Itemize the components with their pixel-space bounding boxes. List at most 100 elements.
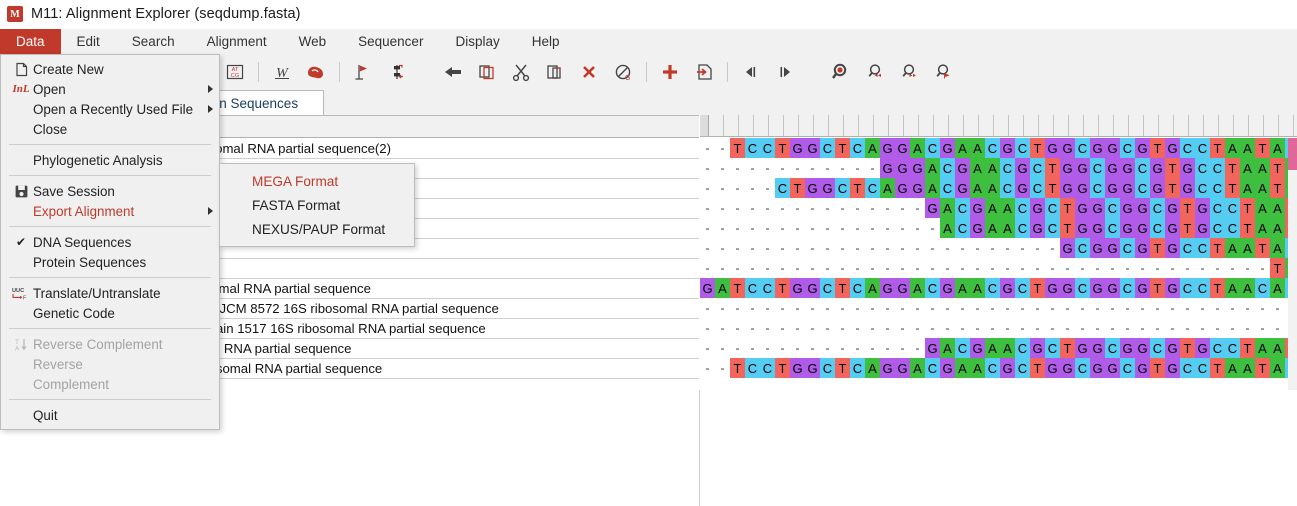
alignment-cell[interactable]: - [730,338,745,358]
undo-icon[interactable] [439,58,467,86]
alignment-cell[interactable]: A [955,278,970,298]
alignment-cell[interactable]: G [1015,158,1030,178]
data-menu-item-phylogenetic-analysis[interactable]: Phylogenetic Analysis [1,150,219,170]
alignment-cell[interactable]: - [1045,298,1060,318]
insert-icon[interactable] [656,58,684,86]
alignment-cell[interactable]: C [850,278,865,298]
alignment-cell[interactable]: - [730,158,745,178]
alignment-cell[interactable]: - [955,238,970,258]
alignment-cell[interactable]: - [700,338,715,358]
alignment-cell[interactable]: - [730,218,745,238]
alignment-cell[interactable]: - [715,178,730,198]
alignment-cell[interactable]: C [1210,158,1225,178]
alignment-cell[interactable]: G [1135,198,1150,218]
alignment-row[interactable]: ---------------GACGAACGCTGGCGGCGTGCCTAAT… [700,198,1297,218]
alignment-cell[interactable]: - [1045,318,1060,338]
alignment-cell[interactable]: - [730,238,745,258]
alignment-cell[interactable]: C [1120,238,1135,258]
menu-search[interactable]: Search [116,29,191,54]
alignment-cell[interactable]: - [1090,318,1105,338]
alignment-cell[interactable]: T [1150,278,1165,298]
alignment-cell[interactable]: - [1000,238,1015,258]
alignment-cell[interactable]: - [1015,298,1030,318]
alignment-cell[interactable]: G [805,178,820,198]
alignment-cell[interactable]: - [715,218,730,238]
data-menu-item-open-a-recently-used-file[interactable]: Open a Recently Used File [1,99,219,119]
alignment-cell[interactable]: - [790,258,805,278]
alignment-cell[interactable]: - [1135,318,1150,338]
alignment-cell[interactable]: G [1090,278,1105,298]
alignment-cell[interactable]: - [1045,258,1060,278]
step-right-icon[interactable] [771,58,799,86]
alignment-cell[interactable]: G [910,178,925,198]
alignment-cell[interactable]: T [1060,338,1075,358]
menu-alignment[interactable]: Alignment [191,29,283,54]
alignment-cell[interactable]: G [1120,178,1135,198]
alignment-cell[interactable]: A [865,278,880,298]
muscle-icon[interactable] [302,58,330,86]
alignment-cell[interactable]: - [700,258,715,278]
alignment-cell[interactable]: - [1180,298,1195,318]
alignment-cell[interactable]: - [925,318,940,338]
alignment-cell[interactable]: - [775,318,790,338]
alignment-cell[interactable]: - [790,198,805,218]
alignment-cell[interactable]: - [1240,258,1255,278]
step-left-icon[interactable] [737,58,765,86]
alignment-cell[interactable]: - [790,318,805,338]
menu-display[interactable]: Display [439,29,515,54]
find-next-icon[interactable] [895,58,923,86]
alignment-cell[interactable]: G [1090,198,1105,218]
alignment-cell[interactable]: - [880,258,895,278]
alignment-cell[interactable]: - [880,318,895,338]
alignment-rows[interactable]: --TCCTGGCTCAGGACGAACGCTGGCGGCGTGCCTAATAC… [700,138,1297,378]
alignment-cell[interactable]: - [760,198,775,218]
alignment-cell[interactable]: T [1165,158,1180,178]
alignment-cell[interactable]: - [1195,298,1210,318]
alignment-cell[interactable]: C [1135,158,1150,178]
alignment-cell[interactable]: - [790,298,805,318]
alignment-cell[interactable]: - [775,158,790,178]
alignment-cell[interactable]: A [1270,218,1285,238]
alignment-cell[interactable]: - [760,158,775,178]
alignment-cell[interactable]: A [940,198,955,218]
alignment-cell[interactable]: G [1060,158,1075,178]
paste-icon[interactable] [541,58,569,86]
alignment-cell[interactable]: A [1225,138,1240,158]
alignment-cell[interactable]: C [1225,198,1240,218]
alignment-cell[interactable]: G [790,138,805,158]
alignment-cell[interactable]: T [1240,218,1255,238]
alignment-cell[interactable]: T [730,358,745,378]
alignment-cell[interactable]: A [970,358,985,378]
alignment-cell[interactable]: C [1180,238,1195,258]
alignment-cell[interactable]: G [880,138,895,158]
alignment-cell[interactable]: - [775,298,790,318]
alignment-cell[interactable]: G [1135,338,1150,358]
alignment-cell[interactable]: - [820,158,835,178]
alignment-cell[interactable]: G [1150,178,1165,198]
alignment-cell[interactable]: C [1045,218,1060,238]
alignment-cell[interactable]: - [805,298,820,318]
alignment-cell[interactable]: - [940,298,955,318]
alignment-cell[interactable]: T [1060,198,1075,218]
alignment-cell[interactable]: T [1255,238,1270,258]
alignment-cell[interactable]: G [1135,278,1150,298]
alignment-cell[interactable]: - [835,338,850,358]
alignment-cell[interactable]: - [1075,318,1090,338]
alignment-cell[interactable]: C [1195,238,1210,258]
alignment-row[interactable]: ---------------------------------------- [700,318,1297,338]
alignment-cell[interactable]: - [1135,258,1150,278]
alignment-cell[interactable]: - [775,198,790,218]
alignment-cell[interactable]: A [1270,358,1285,378]
alignment-cell[interactable]: G [1060,358,1075,378]
alignment-cell[interactable]: - [1000,298,1015,318]
alignment-cell[interactable]: A [985,218,1000,238]
vertical-scrollbar[interactable] [1288,138,1297,390]
alignment-cell[interactable]: G [1105,238,1120,258]
alignment-cell[interactable]: C [1015,338,1030,358]
alignment-cell[interactable]: - [1165,298,1180,318]
alignment-cell[interactable]: - [760,178,775,198]
alignment-cell[interactable]: A [1270,198,1285,218]
alignment-cell[interactable]: - [970,238,985,258]
alignment-cell[interactable]: A [925,178,940,198]
alignment-cell[interactable]: G [895,158,910,178]
